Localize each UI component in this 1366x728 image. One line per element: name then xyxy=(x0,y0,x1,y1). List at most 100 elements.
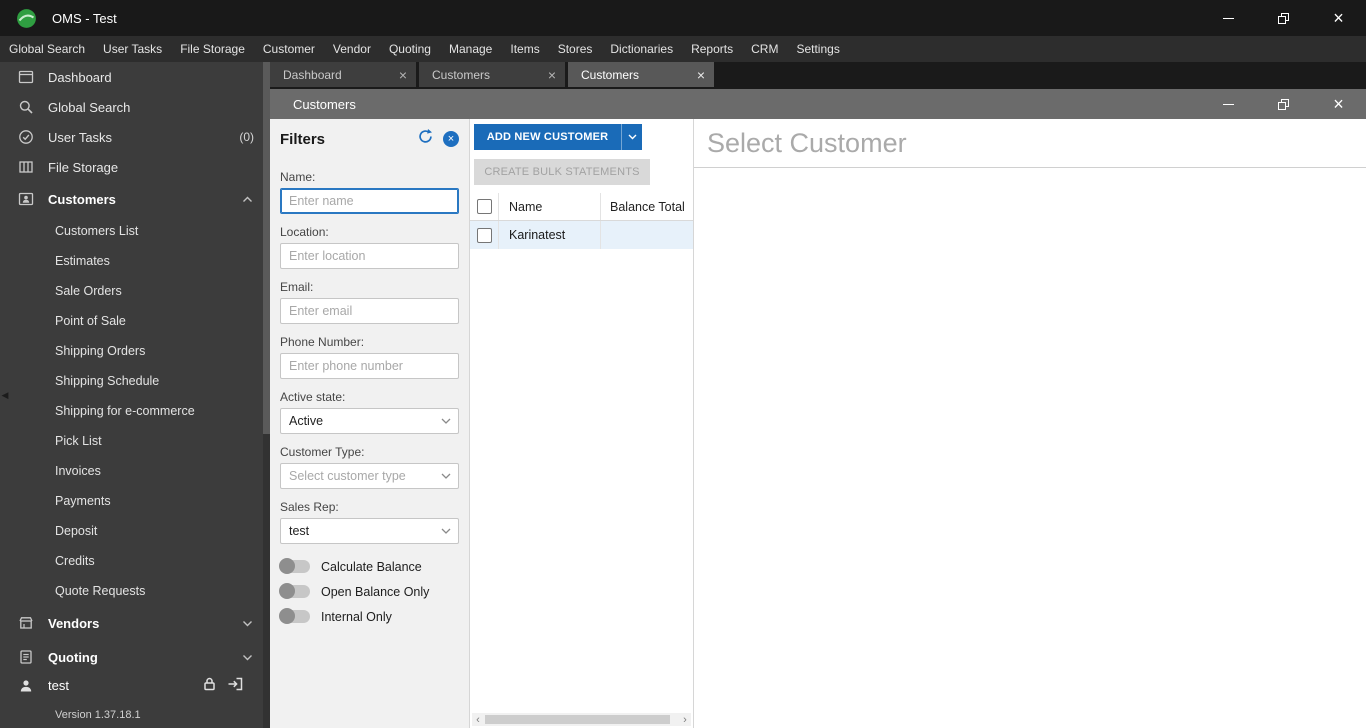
sidebar-collapse-arrow[interactable]: ◀ xyxy=(0,386,10,404)
sidebar-subitem-payments[interactable]: Payments xyxy=(0,486,270,516)
horizontal-scrollbar[interactable]: ‹ › xyxy=(472,713,691,726)
internal-only-toggle[interactable] xyxy=(280,610,310,623)
sidebar-subitem-quote-requests[interactable]: Quote Requests xyxy=(0,576,270,606)
menu-item-items[interactable]: Items xyxy=(501,36,548,62)
sidebar-subitem-credits[interactable]: Credits xyxy=(0,546,270,576)
sidebar-subitem-deposit[interactable]: Deposit xyxy=(0,516,270,546)
sidebar-subitem-customers-list[interactable]: Customers List xyxy=(0,216,270,246)
menu-item-manage[interactable]: Manage xyxy=(440,36,501,62)
menu-item-vendor[interactable]: Vendor xyxy=(324,36,380,62)
name-label: Name: xyxy=(280,170,459,184)
lock-icon[interactable] xyxy=(202,676,217,695)
sidebar-scrollbar[interactable] xyxy=(263,62,270,728)
sidebar-scrollbar-thumb[interactable] xyxy=(263,62,270,434)
sidebar-subitem-point-of-sale[interactable]: Point of Sale xyxy=(0,306,270,336)
table-header: Name Balance Total xyxy=(470,193,693,221)
menu-item-crm[interactable]: CRM xyxy=(742,36,787,62)
app-logo-icon xyxy=(16,8,37,29)
menu-item-file-storage[interactable]: File Storage xyxy=(171,36,254,62)
menu-item-dictionaries[interactable]: Dictionaries xyxy=(601,36,682,62)
sidebar-item-user-tasks[interactable]: User Tasks (0) xyxy=(0,122,270,152)
scroll-left-arrow-icon[interactable]: ‹ xyxy=(472,713,484,726)
sidebar-item-label: Customers xyxy=(48,192,116,207)
close-button[interactable]: × xyxy=(1311,0,1366,36)
phone-input[interactable] xyxy=(280,353,459,379)
select-all-checkbox[interactable] xyxy=(477,199,492,214)
menu-item-settings[interactable]: Settings xyxy=(787,36,848,62)
menu-item-customer[interactable]: Customer xyxy=(254,36,324,62)
customer-type-label: Customer Type: xyxy=(280,445,459,459)
tab-customers-2[interactable]: Customers × xyxy=(568,62,714,87)
active-state-value: Active xyxy=(289,414,323,428)
sidebar-item-dashboard[interactable]: Dashboard xyxy=(0,62,270,92)
clear-filters-icon[interactable]: × xyxy=(443,131,459,147)
email-input[interactable] xyxy=(280,298,459,324)
open-balance-only-toggle[interactable] xyxy=(280,585,310,598)
calculate-balance-toggle[interactable] xyxy=(280,560,310,573)
inner-window-titlebar: Customers × xyxy=(270,89,1366,119)
sidebar-subitem-invoices[interactable]: Invoices xyxy=(0,456,270,486)
column-header-balance-total[interactable]: Balance Total xyxy=(601,193,693,220)
main-area: Customers × Filters × Name: xyxy=(270,87,1366,728)
sidebar-item-global-search[interactable]: Global Search xyxy=(0,92,270,122)
sidebar-subitem-shipping-ecommerce[interactable]: Shipping for e-commerce xyxy=(0,396,270,426)
filters-title: Filters xyxy=(280,131,325,148)
tab-label: Customers xyxy=(432,68,490,82)
add-new-customer-button[interactable]: ADD NEW CUSTOMER xyxy=(474,124,621,150)
tab-label: Customers xyxy=(581,68,639,82)
menu-item-quoting[interactable]: Quoting xyxy=(380,36,440,62)
menu-item-user-tasks[interactable]: User Tasks xyxy=(94,36,171,62)
logout-icon[interactable] xyxy=(227,676,244,695)
sidebar-item-customers[interactable]: Customers xyxy=(0,182,270,216)
menu-item-global-search[interactable]: Global Search xyxy=(0,36,94,62)
row-checkbox-cell xyxy=(470,221,499,249)
sidebar-subitem-estimates[interactable]: Estimates xyxy=(0,246,270,276)
inner-maximize-button[interactable] xyxy=(1256,89,1311,119)
active-state-select[interactable]: Active xyxy=(280,408,459,434)
sidebar-subitem-label: Deposit xyxy=(55,524,97,538)
sales-rep-select[interactable]: test xyxy=(280,518,459,544)
location-input[interactable] xyxy=(280,243,459,269)
tab-close-icon[interactable]: × xyxy=(399,68,407,82)
sidebar-subitem-label: Shipping Orders xyxy=(55,344,145,358)
minimize-button[interactable] xyxy=(1201,0,1256,36)
tab-dashboard[interactable]: Dashboard × xyxy=(270,62,416,87)
app-window: OMS - Test × Global Search User Tasks Fi… xyxy=(0,0,1366,728)
menu-item-reports[interactable]: Reports xyxy=(682,36,742,62)
sidebar-subitem-shipping-schedule[interactable]: Shipping Schedule xyxy=(0,366,270,396)
sidebar-item-vendors[interactable]: Vendors xyxy=(0,606,270,640)
tab-close-icon[interactable]: × xyxy=(548,68,556,82)
sidebar-subitem-sale-orders[interactable]: Sale Orders xyxy=(0,276,270,306)
name-input[interactable] xyxy=(280,188,459,214)
scroll-right-arrow-icon[interactable]: › xyxy=(679,713,691,726)
sidebar-item-quoting[interactable]: Quoting xyxy=(0,640,270,674)
column-header-name[interactable]: Name xyxy=(499,193,601,220)
menu-item-stores[interactable]: Stores xyxy=(549,36,602,62)
sidebar-item-label: Quoting xyxy=(48,650,98,665)
chevron-down-icon xyxy=(242,620,253,627)
user-name: test xyxy=(48,678,69,693)
sidebar-subitem-shipping-orders[interactable]: Shipping Orders xyxy=(0,336,270,366)
sidebar-subitem-label: Sale Orders xyxy=(55,284,122,298)
customer-detail-panel: Select Customer xyxy=(694,119,1366,728)
restore-icon xyxy=(1278,13,1289,24)
customer-type-select[interactable]: Select customer type xyxy=(280,463,459,489)
tab-close-icon[interactable]: × xyxy=(697,68,705,82)
sidebar-subitem-pick-list[interactable]: Pick List xyxy=(0,426,270,456)
sidebar-subitem-label: Shipping Schedule xyxy=(55,374,159,388)
horizontal-scrollbar-thumb[interactable] xyxy=(485,715,670,724)
refresh-icon[interactable] xyxy=(417,128,434,150)
inner-close-button[interactable]: × xyxy=(1311,89,1366,119)
table-row[interactable]: Karinatest xyxy=(470,221,693,249)
filters-panel: Filters × Name: Location: Email: xyxy=(270,119,470,728)
create-bulk-statements-button[interactable]: CREATE BULK STATEMENTS xyxy=(474,159,650,185)
sidebar-item-label: Global Search xyxy=(48,100,130,115)
maximize-button[interactable] xyxy=(1256,0,1311,36)
row-checkbox[interactable] xyxy=(477,228,492,243)
menu-bar: Global Search User Tasks File Storage Cu… xyxy=(0,36,1366,62)
tab-customers-1[interactable]: Customers × xyxy=(419,62,565,87)
detail-header: Select Customer xyxy=(694,119,1366,168)
add-customer-dropdown-button[interactable] xyxy=(621,124,642,150)
sidebar-item-file-storage[interactable]: File Storage xyxy=(0,152,270,182)
inner-minimize-button[interactable] xyxy=(1201,89,1256,119)
